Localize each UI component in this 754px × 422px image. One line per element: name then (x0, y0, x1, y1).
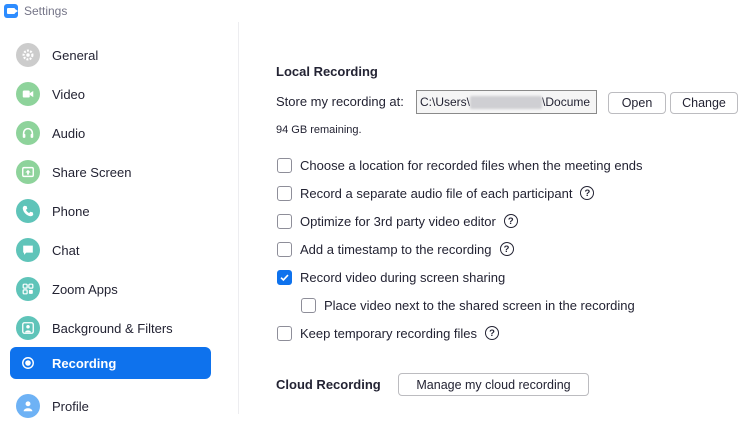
option-label: Record video during screen sharing (300, 269, 506, 285)
option-label: Choose a location for recorded files whe… (300, 157, 643, 173)
chat-icon (16, 238, 40, 262)
local-recording-title: Local Recording (276, 64, 378, 79)
storage-remaining: 94 GB remaining. (276, 124, 362, 136)
sidebar-item-zoom-apps[interactable]: Zoom Apps (10, 273, 211, 305)
sidebar-item-phone[interactable]: Phone (10, 195, 211, 227)
sidebar-item-general[interactable]: General (10, 39, 211, 71)
open-folder-button[interactable]: Open (608, 92, 666, 114)
keep-temp-files-checkbox[interactable] (277, 325, 292, 341)
apps-icon (16, 277, 40, 301)
record-video-sharing-checkbox[interactable] (277, 269, 292, 285)
path-suffix: \Docume (542, 95, 591, 109)
help-icon[interactable]: ? (503, 214, 518, 228)
option-record-video-sharing: Record video during screen sharing (277, 268, 505, 286)
help-icon[interactable]: ? (499, 242, 514, 256)
change-folder-button[interactable]: Change (670, 92, 738, 114)
window-title: Settings (24, 4, 68, 18)
title-bar: Settings (0, 0, 754, 22)
sidebar-item-label: Zoom Apps (52, 281, 118, 297)
cloud-recording-title: Cloud Recording (276, 377, 381, 392)
share-screen-icon (16, 160, 40, 184)
option-choose-location: Choose a location for recorded files whe… (277, 156, 643, 174)
option-optimize-editor: Optimize for 3rd party video editor ? (277, 212, 518, 230)
person-background-icon (16, 316, 40, 340)
sidebar-item-chat[interactable]: Chat (10, 234, 211, 266)
option-label: Optimize for 3rd party video editor (300, 213, 496, 229)
sidebar-item-audio[interactable]: Audio (10, 117, 211, 149)
help-icon[interactable]: ? (580, 186, 595, 200)
sidebar-item-label: Audio (52, 125, 86, 141)
sidebar-item-label: Chat (52, 242, 80, 258)
store-location-label: Store my recording at: (276, 94, 404, 109)
phone-icon (16, 199, 40, 223)
sidebar-item-label: Phone (52, 203, 90, 219)
settings-sidebar: General Video Audio Share Screen Phone C… (0, 22, 239, 418)
sidebar-item-label: Recording (52, 355, 117, 371)
sidebar-item-label: Background & Filters (52, 320, 173, 336)
recording-settings-panel: Local Recording Store my recording at: C… (240, 22, 754, 414)
option-label: Keep temporary recording files (300, 325, 478, 341)
checkmark-icon (280, 274, 289, 281)
gear-icon (16, 43, 40, 67)
timestamp-checkbox[interactable] (277, 241, 292, 257)
sidebar-item-background-filters[interactable]: Background & Filters (10, 312, 211, 344)
record-icon (16, 351, 40, 375)
sidebar-item-video[interactable]: Video (10, 78, 211, 110)
optimize-editor-checkbox[interactable] (277, 213, 292, 229)
recording-path-field[interactable]: C:\Users\ \Docume (416, 90, 597, 114)
option-keep-temp-files: Keep temporary recording files ? (277, 324, 500, 342)
place-video-next-checkbox[interactable] (301, 297, 316, 313)
option-place-video-next: Place video next to the shared screen in… (301, 296, 635, 314)
manage-cloud-recording-button[interactable]: Manage my cloud recording (398, 373, 589, 396)
sidebar-item-label: Video (52, 86, 86, 102)
video-camera-icon (16, 82, 40, 106)
path-prefix: C:\Users\ (420, 95, 471, 109)
help-icon[interactable]: ? (485, 326, 500, 340)
sidebar-item-label: Share Screen (52, 164, 132, 180)
option-timestamp: Add a timestamp to the recording ? (277, 240, 514, 258)
sidebar-item-label: Profile (52, 398, 89, 414)
option-label: Place video next to the shared screen in… (324, 297, 635, 313)
option-separate-audio: Record a separate audio file of each par… (277, 184, 595, 202)
sidebar-item-share-screen[interactable]: Share Screen (10, 156, 211, 188)
profile-icon (16, 394, 40, 418)
redacted-username (470, 96, 543, 110)
headphones-icon (16, 121, 40, 145)
option-label: Record a separate audio file of each par… (300, 185, 573, 201)
zoom-app-icon (4, 4, 18, 18)
sidebar-item-recording[interactable]: Recording (10, 347, 211, 379)
sidebar-item-label: General (52, 47, 99, 63)
sidebar-item-profile[interactable]: Profile (10, 390, 211, 422)
separate-audio-checkbox[interactable] (277, 185, 292, 201)
option-label: Add a timestamp to the recording (300, 241, 492, 257)
choose-location-checkbox[interactable] (277, 157, 292, 173)
